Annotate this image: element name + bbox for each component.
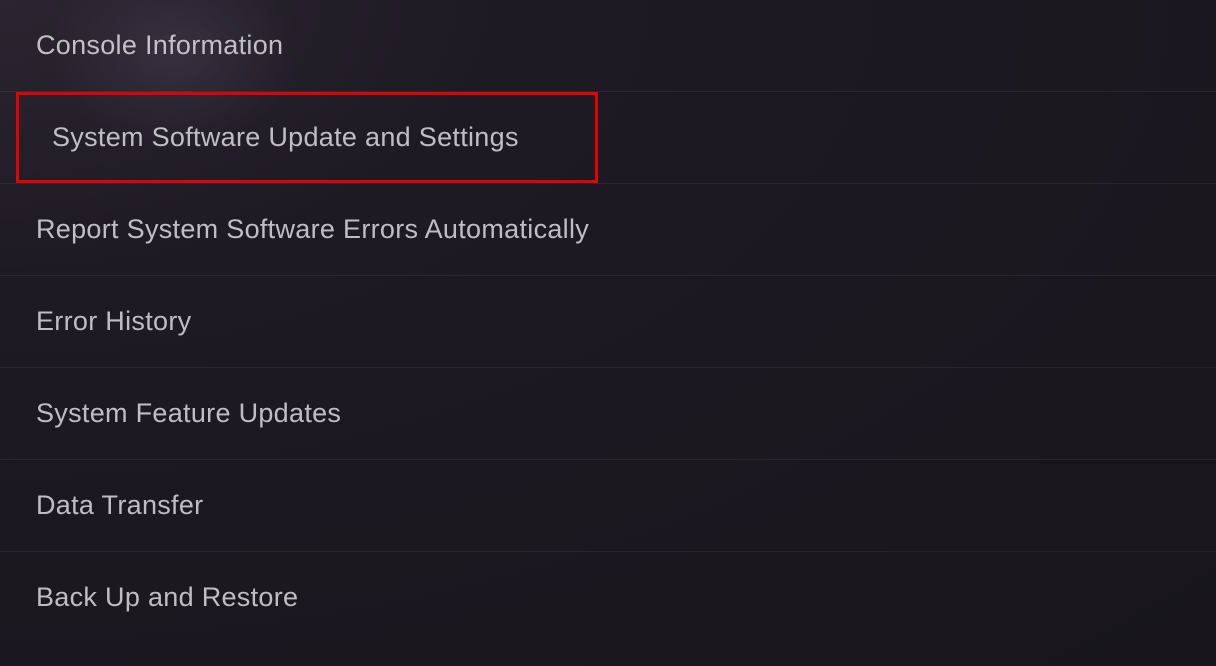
- menu-item-label: Back Up and Restore: [36, 582, 298, 612]
- menu-item-back-up-restore[interactable]: Back Up and Restore: [0, 552, 1216, 643]
- menu-item-label: Data Transfer: [36, 490, 203, 520]
- menu-item-label: System Software Update and Settings: [52, 122, 519, 152]
- menu-item-system-software-update[interactable]: System Software Update and Settings: [0, 92, 1216, 184]
- menu-item-console-information[interactable]: Console Information: [0, 0, 1216, 92]
- menu-item-system-feature-updates[interactable]: System Feature Updates: [0, 368, 1216, 460]
- menu-item-error-history[interactable]: Error History: [0, 276, 1216, 368]
- menu-item-label: Report System Software Errors Automatica…: [36, 214, 589, 244]
- menu-item-data-transfer[interactable]: Data Transfer: [0, 460, 1216, 552]
- menu-item-report-errors[interactable]: Report System Software Errors Automatica…: [0, 184, 1216, 276]
- menu-item-label: Error History: [36, 306, 191, 336]
- menu-item-label: System Feature Updates: [36, 398, 341, 428]
- highlight-box: System Software Update and Settings: [16, 92, 598, 183]
- menu-item-label: Console Information: [36, 30, 283, 60]
- settings-menu-list: Console Information System Software Upda…: [0, 0, 1216, 643]
